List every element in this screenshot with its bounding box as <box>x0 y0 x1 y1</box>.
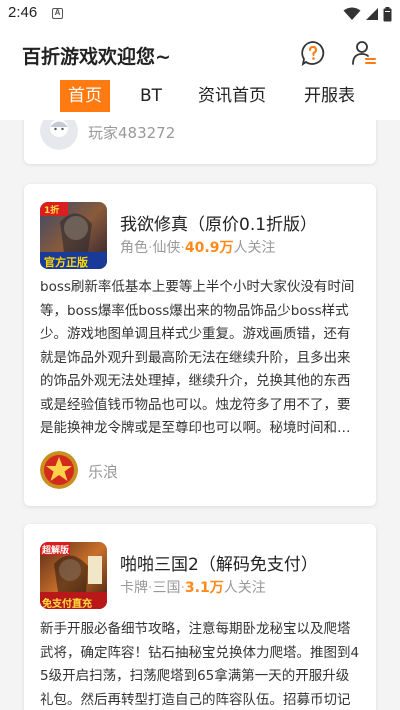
help-icon[interactable] <box>300 40 326 66</box>
wifi-icon <box>343 7 361 20</box>
thumb-badge-bottom: 免支付直充 <box>42 599 92 609</box>
status-time: 2:46 <box>8 4 38 21</box>
feed-card[interactable]: 1折 官方正版 我欲修真（原价0.1折版） 角色·仙侠·40.9万人关注 bos… <box>24 184 376 506</box>
game-thumbnail[interactable]: 1折 官方正版 <box>40 202 107 269</box>
author-name[interactable]: 乐浪 <box>88 461 118 482</box>
game-thumbnail[interactable]: 超解版 免支付直充 <box>40 542 107 609</box>
thumb-badge-bottom: 官方正版 <box>44 256 88 269</box>
main-tabs: 首页 BT 资讯首页 开服表 <box>0 80 400 114</box>
tab-bt[interactable]: BT <box>140 80 162 112</box>
review-text[interactable]: boss刷新率低基本上要等上半个小时大家伙没有时间等，boss爆率低boss爆出… <box>40 276 362 441</box>
author-name[interactable]: 玩家483272 <box>88 122 175 143</box>
app-title: 百折游戏欢迎您~ <box>22 46 171 68</box>
tab-home[interactable]: 首页 <box>60 80 110 112</box>
game-genre: 卡牌 <box>120 580 148 596</box>
user-profile-icon[interactable] <box>350 39 378 67</box>
thumb-badge-top: 超解版 <box>42 546 70 556</box>
avatar[interactable] <box>40 451 78 489</box>
game-meta: 角色·仙侠·40.9万人关注 <box>120 240 276 256</box>
battery-icon <box>383 6 392 21</box>
avatar[interactable] <box>40 120 78 150</box>
feed-list[interactable]: 玩家483272 1折 官方正版 我欲修真（原价0.1折版） 角色·仙侠·40.… <box>0 120 400 710</box>
thumb-badge-top: 1折 <box>44 206 60 216</box>
review-text[interactable]: 新手开服必备细节攻略，注意每期卧龙秘宝以及爬塔武将，确定阵容！钻石抽秘宝兑换体力… <box>40 618 362 710</box>
game-name[interactable]: 我欲修真（原价0.1折版） <box>120 210 317 235</box>
status-icons <box>343 6 392 22</box>
follower-count: 40.9万 <box>184 240 234 256</box>
notification-app-icon: A <box>52 8 63 19</box>
tab-server-list[interactable]: 开服表 <box>304 80 355 112</box>
game-style: 仙侠 <box>152 240 181 256</box>
follower-count: 3.1万 <box>184 580 224 596</box>
status-bar: 2:46 A <box>0 0 400 28</box>
feed-card-partial[interactable]: 玩家483272 <box>24 120 376 164</box>
game-style: 三国 <box>152 580 181 596</box>
follower-suffix: 人关注 <box>233 240 276 256</box>
game-genre: 角色 <box>120 240 148 256</box>
game-meta: 卡牌·三国·3.1万人关注 <box>120 580 266 596</box>
tab-news-home[interactable]: 资讯首页 <box>198 80 266 112</box>
default-avatar-icon <box>40 120 78 150</box>
game-name[interactable]: 啪啪三国2（解码免支付） <box>120 550 318 575</box>
army-emblem-avatar-icon <box>40 451 78 489</box>
feed-card[interactable]: 超解版 免支付直充 啪啪三国2（解码免支付） 卡牌·三国·3.1万人关注 新手开… <box>24 524 376 710</box>
follower-suffix: 人关注 <box>223 580 266 596</box>
app-header: 百折游戏欢迎您~ 首页 BT 资讯首页 开服表 <box>0 28 400 120</box>
cell-signal-icon <box>366 8 378 20</box>
